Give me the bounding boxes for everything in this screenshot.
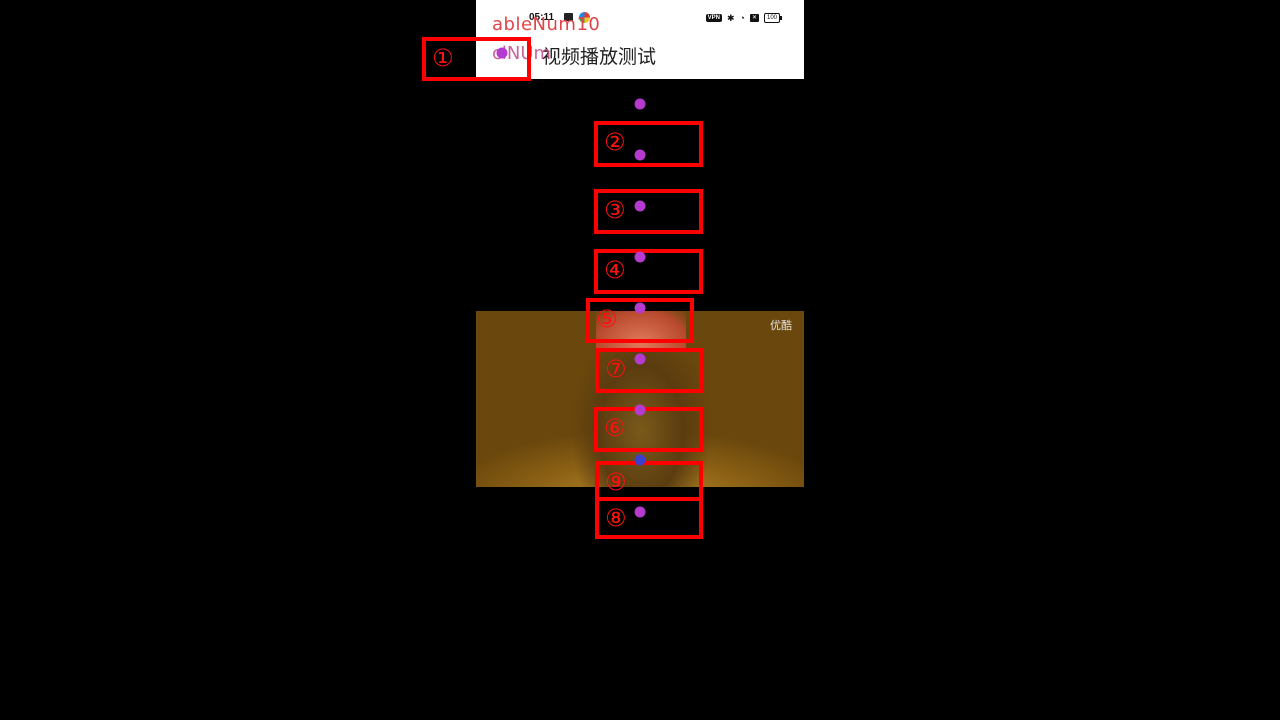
- element-box-6[interactable]: ⑥: [594, 407, 703, 452]
- element-box-7[interactable]: ⑦: [595, 348, 703, 393]
- sim-x-icon: ✕: [749, 14, 759, 22]
- bluetooth-icon: ✱: [727, 12, 735, 23]
- touch-point-dot: [496, 47, 508, 59]
- back-button-highlight[interactable]: ①: [422, 37, 531, 81]
- touch-point-dot: [634, 251, 646, 263]
- box-number: ④: [604, 256, 626, 284]
- box-number: ⑦: [605, 355, 627, 383]
- box-number: ②: [604, 128, 626, 156]
- battery-icon: 100: [763, 13, 783, 23]
- status-icons: VPN ✱ ◔ ✕ 100: [705, 12, 783, 24]
- box-number: ⑥: [604, 414, 626, 442]
- element-box-9[interactable]: ⑨: [595, 461, 703, 501]
- touch-point-dot: [634, 506, 646, 518]
- box-number: ③: [604, 196, 626, 224]
- box-number: ⑧: [605, 504, 627, 532]
- box-number: ⑤: [596, 305, 618, 333]
- element-box-3[interactable]: ③: [594, 189, 703, 234]
- touch-point-dot: [634, 353, 646, 365]
- box-number: ①: [432, 44, 454, 72]
- element-box-2[interactable]: ②: [594, 121, 703, 167]
- touch-point-dot: [634, 454, 646, 466]
- video-watermark: 优酷: [770, 319, 792, 332]
- touch-point-dot: [634, 149, 646, 161]
- touch-point-dot: [634, 302, 646, 314]
- vpn-icon: VPN: [705, 14, 722, 22]
- page-title: 视频播放测试: [542, 46, 657, 68]
- element-box-8[interactable]: ⑧: [595, 497, 703, 539]
- wifi-icon: ◔: [739, 13, 745, 23]
- touch-point-dot: [634, 98, 646, 110]
- box-number: ⑨: [605, 468, 627, 496]
- overlay-title: ableNum10: [492, 14, 601, 35]
- touch-point-dot: [634, 200, 646, 212]
- touch-point-dot: [634, 404, 646, 416]
- element-box-4[interactable]: ④: [594, 249, 703, 294]
